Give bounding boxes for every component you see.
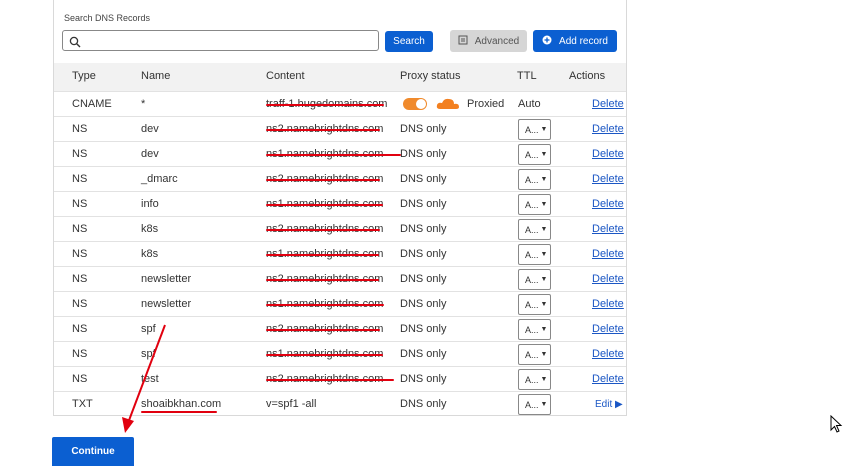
mouse-cursor-icon [830, 414, 844, 440]
annotation-arrow [122, 324, 166, 433]
